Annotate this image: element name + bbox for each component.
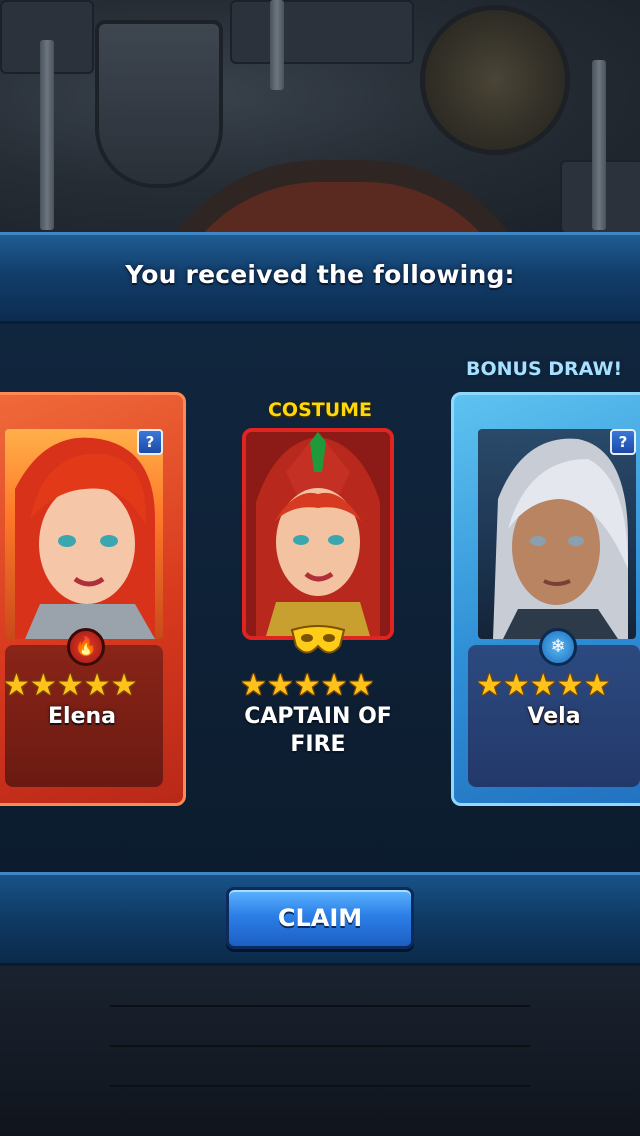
star-icon: ★★★★★ [240,668,375,703]
star-rating: ★★★★★ [240,671,374,701]
floor-step [110,1045,530,1047]
costume-mask-icon [290,625,346,654]
ice-element-icon: ❄ [539,628,577,666]
sword-decoration [592,60,606,230]
hero-name-vela: Vela [527,704,581,729]
background-wall [0,0,640,236]
floor-step [110,1005,530,1007]
costume-name-line1: CAPTAIN OF [244,704,392,729]
costume-portrait-art [246,432,390,636]
vela-portrait-art [493,438,628,639]
hero-portrait [5,429,163,639]
rewards-title: You received the following: [125,260,515,289]
costume-name: CAPTAIN OF FIRE [222,703,414,759]
background-floor [0,965,640,1136]
claim-button[interactable]: CLAIM [226,887,414,949]
shield-decoration [95,20,223,188]
info-icon[interactable]: ? [610,429,636,455]
wall-stone [230,0,414,64]
hero-portrait [478,429,636,639]
bonus-draw-label: BONUS DRAW! [466,358,623,380]
star-rating: ★★★★★ [3,671,137,701]
round-shield-decoration [420,5,570,155]
hero-card-elena[interactable]: ? 🔥 [0,392,186,806]
floor-step [110,1085,530,1087]
info-icon[interactable]: ? [137,429,163,455]
hero-card-vela[interactable]: ? ❄ [451,392,640,806]
star-rating: ★★★★★ [476,671,610,701]
costume-name-line2: FIRE [290,732,346,757]
star-icon: ★★★★★ [476,668,611,703]
hero-name-elena: Elena [48,704,116,729]
sword-decoration [270,0,284,90]
elena-portrait-art [15,437,155,639]
fire-element-icon: 🔥 [67,628,105,666]
costume-card-captain-of-fire[interactable] [242,428,394,640]
sword-decoration [40,40,54,230]
costume-label: COSTUME [267,399,373,421]
star-icon: ★★★★★ [3,668,138,703]
